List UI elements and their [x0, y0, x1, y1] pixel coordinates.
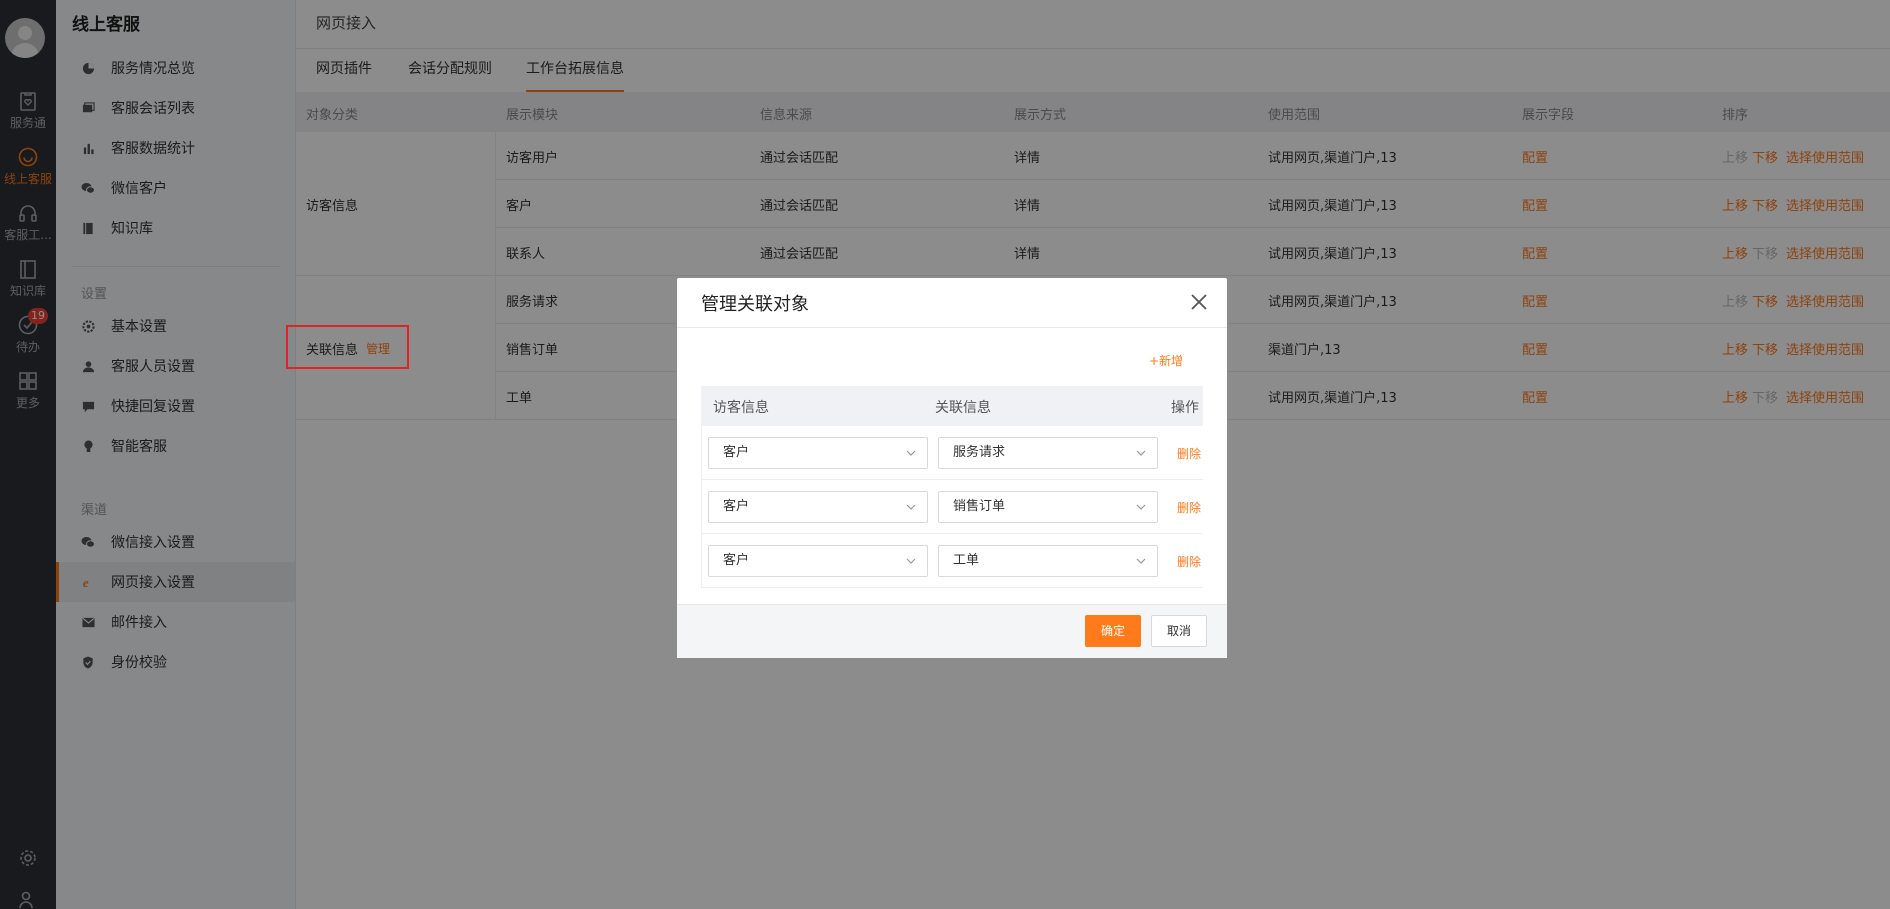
relation-row: 客户 服务请求 删除 [701, 426, 1203, 480]
chevron-down-icon [906, 504, 916, 510]
select-value: 销售订单 [953, 499, 1006, 514]
modal-footer: 确定 取消 [677, 604, 1227, 658]
visitor-select[interactable]: 客户 [708, 491, 928, 523]
highlight-box [286, 325, 409, 369]
column-header: 操作 [1171, 400, 1199, 416]
relation-row: 客户 销售订单 删除 [701, 480, 1203, 534]
modal-table-header: 访客信息 关联信息 操作 [701, 386, 1203, 426]
modal-title: 管理关联对象 [701, 294, 809, 315]
delete-link[interactable]: 删除 [1177, 553, 1201, 570]
column-header: 访客信息 [713, 400, 769, 416]
confirm-button[interactable]: 确定 [1085, 615, 1141, 647]
select-value: 客户 [723, 553, 750, 568]
select-value: 客户 [723, 445, 750, 460]
chevron-down-icon [1136, 504, 1146, 510]
select-value: 客户 [723, 499, 750, 514]
visitor-select[interactable]: 客户 [708, 545, 928, 577]
select-value: 工单 [953, 553, 980, 568]
chevron-down-icon [1136, 450, 1146, 456]
column-header: 关联信息 [935, 400, 991, 416]
related-select[interactable]: 服务请求 [938, 437, 1158, 469]
select-value: 服务请求 [953, 445, 1006, 460]
relation-row: 客户 工单 删除 [701, 534, 1203, 588]
delete-link[interactable]: 删除 [1177, 499, 1201, 516]
close-icon [1191, 294, 1207, 310]
chevron-down-icon [906, 558, 916, 564]
related-select[interactable]: 工单 [938, 545, 1158, 577]
chevron-down-icon [906, 450, 916, 456]
modal-header: 管理关联对象 [677, 278, 1227, 328]
visitor-select[interactable]: 客户 [708, 437, 928, 469]
delete-link[interactable]: 删除 [1177, 445, 1201, 462]
add-row-link[interactable]: +新增 [1149, 352, 1183, 369]
related-select[interactable]: 销售订单 [938, 491, 1158, 523]
close-button[interactable] [1187, 290, 1211, 314]
cancel-button[interactable]: 取消 [1151, 615, 1207, 647]
chevron-down-icon [1136, 558, 1146, 564]
manage-related-modal: 管理关联对象 +新增 访客信息 关联信息 操作 客户 服务请求 删除 客户 销售… [677, 278, 1227, 658]
